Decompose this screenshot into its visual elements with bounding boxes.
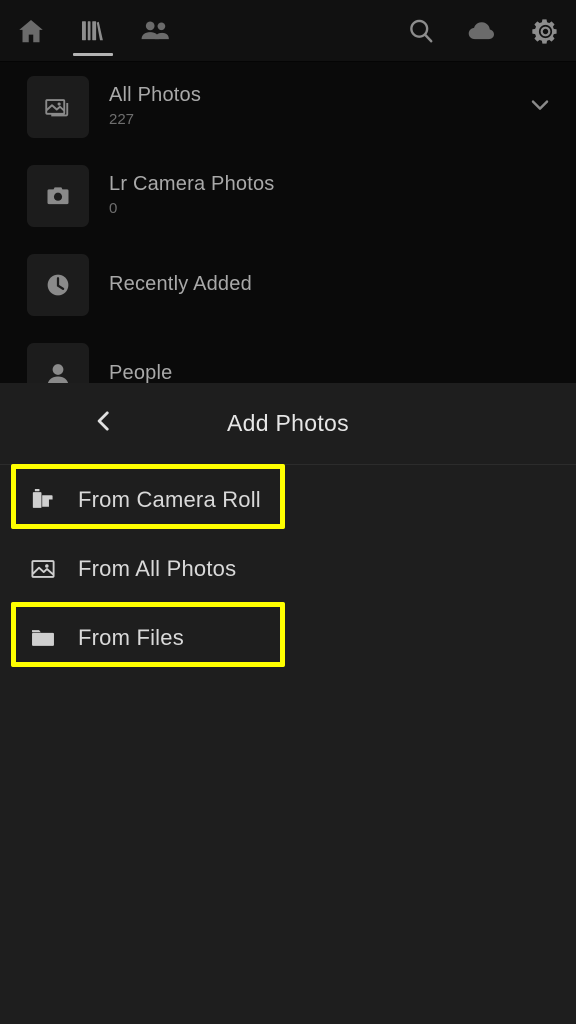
photos-stack-icon [27,76,89,138]
search-button[interactable] [390,0,452,62]
settings-button[interactable] [514,0,576,62]
library-row-title: All Photos [109,82,201,108]
option-from-files[interactable]: From Files [0,603,576,672]
library-row-text: Lr Camera Photos 0 [109,171,275,220]
tab-shared[interactable] [124,0,186,62]
people-icon [139,16,171,46]
option-row-camera-roll-wrap: From Camera Roll [0,465,576,534]
tab-home[interactable] [0,0,62,62]
film-roll-icon [26,486,60,514]
library-list: All Photos 227 Lr Camera Photos 0 [0,62,576,392]
active-tab-indicator [73,53,113,56]
library-row-recently-added[interactable]: Recently Added [0,240,576,329]
add-photos-sheet: Add Photos From Camera Roll [0,383,576,1024]
option-label: From Camera Roll [78,487,261,513]
search-icon [406,16,436,46]
home-icon [16,16,46,46]
tab-library[interactable] [62,0,124,62]
library-row-text: All Photos 227 [109,82,201,131]
folder-icon [26,624,60,652]
library-row-count: 227 [109,109,201,131]
app-root: All Photos 227 Lr Camera Photos 0 [0,0,576,1024]
topbar-right-group [390,0,576,62]
camera-icon [27,165,89,227]
option-label: From Files [78,625,184,651]
option-from-all-photos[interactable]: From All Photos [0,534,576,603]
library-row-text: Recently Added [109,271,252,298]
sheet-header: Add Photos [0,383,576,465]
top-navigation-bar [0,0,576,62]
option-from-camera-roll[interactable]: From Camera Roll [0,465,576,534]
back-button[interactable] [78,383,130,464]
library-row-title: Recently Added [109,271,252,297]
option-label: From All Photos [78,556,236,582]
option-row-all-photos-wrap: From All Photos [0,534,576,603]
chevron-down-icon[interactable] [526,90,554,123]
library-row-all-photos[interactable]: All Photos 227 [0,62,576,151]
cloud-icon [466,16,500,46]
library-row-title: Lr Camera Photos [109,171,275,197]
library-row-lr-camera-photos[interactable]: Lr Camera Photos 0 [0,151,576,240]
photo-landscape-icon [26,555,60,583]
cloud-sync-button[interactable] [452,0,514,62]
clock-icon [27,254,89,316]
books-icon [78,16,108,46]
gear-icon [530,16,561,47]
option-row-files-wrap: From Files [0,603,576,672]
chevron-left-icon [91,408,117,439]
topbar-left-group [0,0,186,62]
library-row-count: 0 [109,198,275,220]
